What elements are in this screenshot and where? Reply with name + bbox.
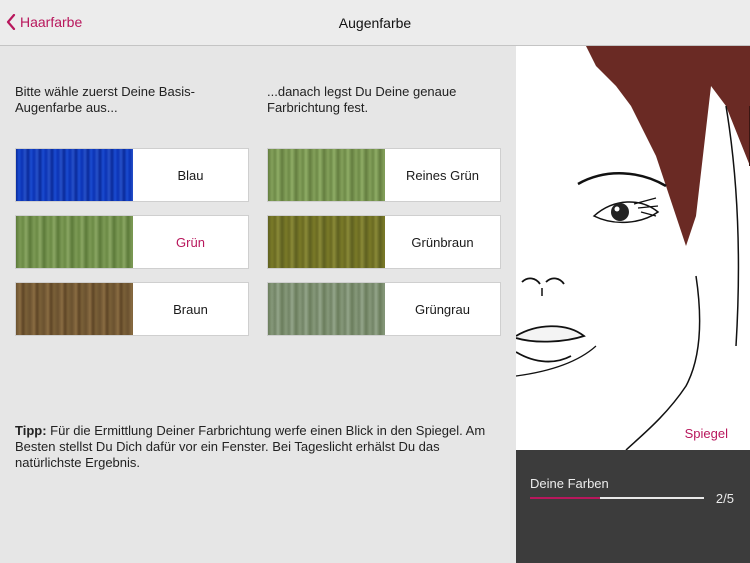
tip-title: Tipp: — [15, 423, 47, 438]
option-label: Grüngrau — [415, 301, 470, 317]
swatch-green — [16, 216, 133, 268]
swatch-brown — [16, 283, 133, 335]
face-illustration: Spiegel — [516, 46, 750, 450]
option-green-grey[interactable]: Grüngrau — [267, 282, 501, 336]
option-brown[interactable]: Braun — [15, 282, 249, 336]
progress-fill — [530, 497, 600, 499]
mirror-button[interactable]: Spiegel — [685, 426, 728, 441]
tip-body: Für die Ermittlung Deiner Farbrichtung w… — [15, 423, 486, 470]
option-label: Reines Grün — [406, 167, 479, 183]
progress-bar — [530, 497, 704, 499]
option-pure-green[interactable]: Reines Grün — [267, 148, 501, 202]
your-colors-panel: Deine Farben 2/5 — [516, 450, 750, 563]
tip-text-block: Tipp: Für die Ermittlung Deiner Farbrich… — [15, 423, 505, 471]
detail-color-instruction: ...danach legst Du Deine genaue Farbrich… — [267, 84, 457, 115]
option-green[interactable]: Grün — [15, 215, 249, 269]
option-label: Grün — [176, 234, 205, 250]
step-counter: 2/5 — [715, 491, 734, 506]
page-title: Augenfarbe — [338, 15, 412, 31]
swatch-green-grey — [268, 283, 385, 335]
face-drawing — [516, 46, 750, 450]
option-label: Braun — [173, 301, 208, 317]
option-label: Blau — [177, 167, 204, 183]
option-green-brown[interactable]: Grünbraun — [267, 215, 501, 269]
swatch-blue — [16, 149, 133, 201]
your-colors-label: Deine Farben — [530, 476, 609, 491]
option-blue[interactable]: Blau — [15, 148, 249, 202]
selection-panel: Bitte wähle zuerst Deine Basis-Augenfarb… — [0, 46, 516, 563]
navigation-bar: Haarfarbe Augenfarbe — [0, 0, 750, 46]
option-label: Grünbraun — [411, 234, 474, 250]
base-color-instruction: Bitte wähle zuerst Deine Basis-Augenfarb… — [15, 84, 195, 115]
swatch-green-brown — [268, 216, 385, 268]
swatch-pure-green — [268, 149, 385, 201]
